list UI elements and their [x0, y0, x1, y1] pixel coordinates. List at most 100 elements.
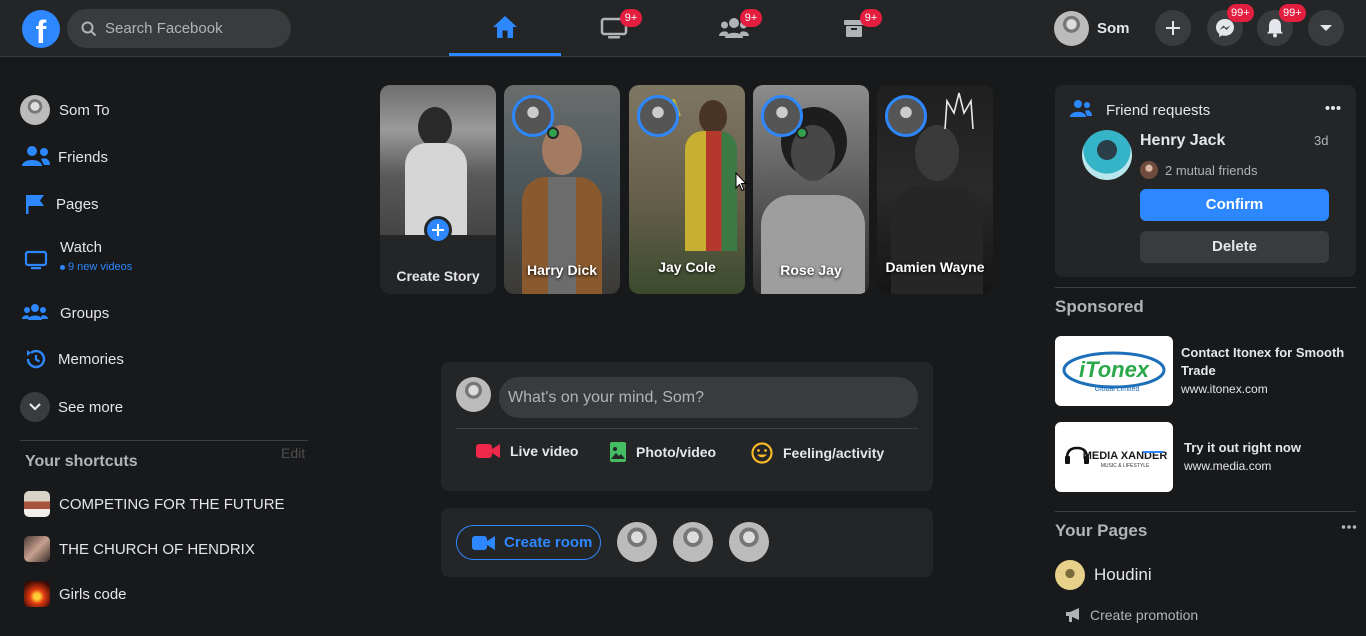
tab-marketplace[interactable]: 9+	[798, 0, 910, 56]
search-icon	[81, 21, 97, 36]
caret-down-icon	[1320, 25, 1332, 31]
friends-icon	[1070, 100, 1092, 117]
create-promotion-link[interactable]: Create promotion	[1065, 607, 1198, 623]
shortcut-item[interactable]: Girls code	[24, 581, 127, 607]
ad-title[interactable]: Contact Itonex for Smooth Trade	[1181, 344, 1351, 380]
story-avatar	[885, 95, 927, 137]
messenger-button[interactable]: 99+	[1207, 4, 1254, 46]
story-name: Jay Cole	[658, 259, 716, 275]
top-navigation-bar: f 9+ 9+ 9+ Som 99+ 99+	[0, 0, 1366, 57]
confirm-button[interactable]: Confirm	[1140, 189, 1329, 221]
sidebar-item-friends[interactable]: Friends	[20, 145, 108, 169]
ad-url: www.itonex.com	[1181, 382, 1268, 396]
create-promotion-label: Create promotion	[1090, 607, 1199, 623]
itonex-logo: iTonex Global Limited	[1062, 351, 1166, 393]
tab-groups[interactable]: 9+	[678, 0, 790, 56]
online-indicator	[796, 127, 808, 139]
story-card[interactable]: Rose Jay	[753, 85, 869, 294]
story-name: Harry Dick	[526, 262, 598, 278]
marketplace-badge: 9+	[860, 9, 882, 27]
sidebar-item-label: Som To	[59, 101, 110, 119]
story-name: Rose Jay	[780, 262, 842, 278]
shortcuts-edit-link[interactable]: Edit	[281, 445, 305, 461]
sidebar-item-see-more[interactable]: See more	[20, 392, 123, 422]
online-indicator	[547, 127, 559, 139]
mutual-friends: 2 mutual friends	[1140, 161, 1258, 179]
crown-drawing	[944, 92, 974, 130]
ad-image[interactable]: MEDIA XANDER MUSIC & LIFESTYLE	[1055, 422, 1173, 492]
feeling-activity-button[interactable]: Feeling/activity	[751, 442, 884, 464]
search-input[interactable]	[105, 20, 285, 37]
create-room-button[interactable]: Create room	[456, 525, 601, 560]
shortcut-thumbnail	[24, 581, 50, 607]
plus-icon	[424, 216, 452, 244]
ad-image[interactable]: iTonex Global Limited	[1055, 336, 1173, 406]
sidebar-item-groups[interactable]: Groups	[20, 301, 109, 325]
story-card[interactable]: Damien Wayne	[877, 85, 993, 294]
room-contact-avatar[interactable]	[673, 522, 713, 562]
avatar	[456, 377, 491, 412]
sidebar-item-label: See more	[58, 398, 124, 416]
tab-watch[interactable]: 9+	[558, 0, 670, 56]
divider	[20, 440, 308, 441]
groups-badge: 9+	[740, 9, 762, 27]
tab-home[interactable]	[449, 0, 561, 56]
search-box[interactable]	[67, 9, 291, 48]
story-card[interactable]: Jay Cole	[629, 85, 745, 294]
watch-new-videos: 9 new videos	[68, 261, 133, 273]
mutual-friend-avatar	[1140, 161, 1158, 179]
create-button[interactable]	[1155, 10, 1191, 46]
shortcut-item[interactable]: THE CHURCH OF HENDRIX	[24, 536, 255, 562]
smiley-icon	[751, 442, 773, 464]
divider	[1055, 287, 1356, 288]
status-input[interactable]: What's on your mind, Som?	[499, 377, 918, 418]
account-menu-button[interactable]	[1308, 10, 1344, 46]
mutual-friends-label: 2 mutual friends	[1165, 162, 1258, 178]
live-video-button[interactable]: Live video	[476, 442, 578, 460]
svg-text:MUSIC & LIFESTYLE: MUSIC & LIFESTYLE	[1101, 463, 1150, 469]
sidebar-item-watch[interactable]: Watch 9 new videos	[20, 239, 132, 273]
page-avatar	[1055, 560, 1085, 590]
profile-chip[interactable]: Som	[1054, 10, 1130, 46]
photo-icon	[610, 442, 626, 462]
notifications-button[interactable]: 99+	[1257, 4, 1306, 46]
sidebar-item-profile[interactable]: Som To	[20, 95, 110, 125]
media-xander-logo: MEDIA XANDER MUSIC & LIFESTYLE	[1065, 446, 1167, 469]
avatar	[20, 95, 50, 125]
groups-icon	[22, 304, 48, 320]
room-contact-avatar[interactable]	[617, 522, 657, 562]
story-name: Damien Wayne	[885, 259, 985, 275]
watch-badge: 9+	[620, 9, 642, 27]
delete-button[interactable]: Delete	[1140, 231, 1329, 263]
messenger-badge: 99+	[1227, 4, 1254, 22]
avatar	[1054, 10, 1089, 46]
shortcut-item[interactable]: COMPETING FOR THE FUTURE	[24, 491, 285, 517]
room-contact-avatar[interactable]	[729, 522, 769, 562]
live-video-label: Live video	[510, 443, 579, 459]
facebook-logo-icon[interactable]: f	[22, 10, 60, 48]
page-item[interactable]: Houdini	[1055, 560, 1152, 590]
notifications-badge: 99+	[1279, 4, 1306, 22]
requester-name[interactable]: Henry Jack	[1140, 132, 1225, 150]
more-options-icon[interactable]	[1325, 105, 1341, 111]
live-video-icon	[476, 444, 500, 458]
sidebar-item-memories[interactable]: Memories	[20, 347, 124, 371]
memories-icon	[26, 349, 46, 369]
requester-avatar[interactable]	[1082, 130, 1132, 180]
photo-video-label: Photo/video	[636, 444, 717, 460]
sponsored-heading: Sponsored	[1055, 297, 1144, 316]
story-avatar	[637, 95, 679, 137]
sidebar-item-label: Memories	[58, 350, 124, 368]
plus-icon	[1166, 21, 1180, 35]
sidebar-item-pages[interactable]: Pages	[20, 192, 99, 216]
photo-video-button[interactable]: Photo/video	[610, 442, 716, 462]
more-options-icon[interactable]	[1341, 524, 1357, 530]
ad-title[interactable]: Try it out right now	[1184, 440, 1301, 455]
shortcut-thumbnail	[24, 491, 50, 517]
create-story-card[interactable]: Create Story	[380, 85, 496, 294]
story-card[interactable]: Harry Dick	[504, 85, 620, 294]
your-pages-heading: Your Pages	[1055, 521, 1148, 540]
sidebar-item-label: Watch	[60, 239, 102, 256]
shortcut-label: Girls code	[59, 585, 127, 603]
mouse-cursor-icon	[735, 172, 747, 192]
